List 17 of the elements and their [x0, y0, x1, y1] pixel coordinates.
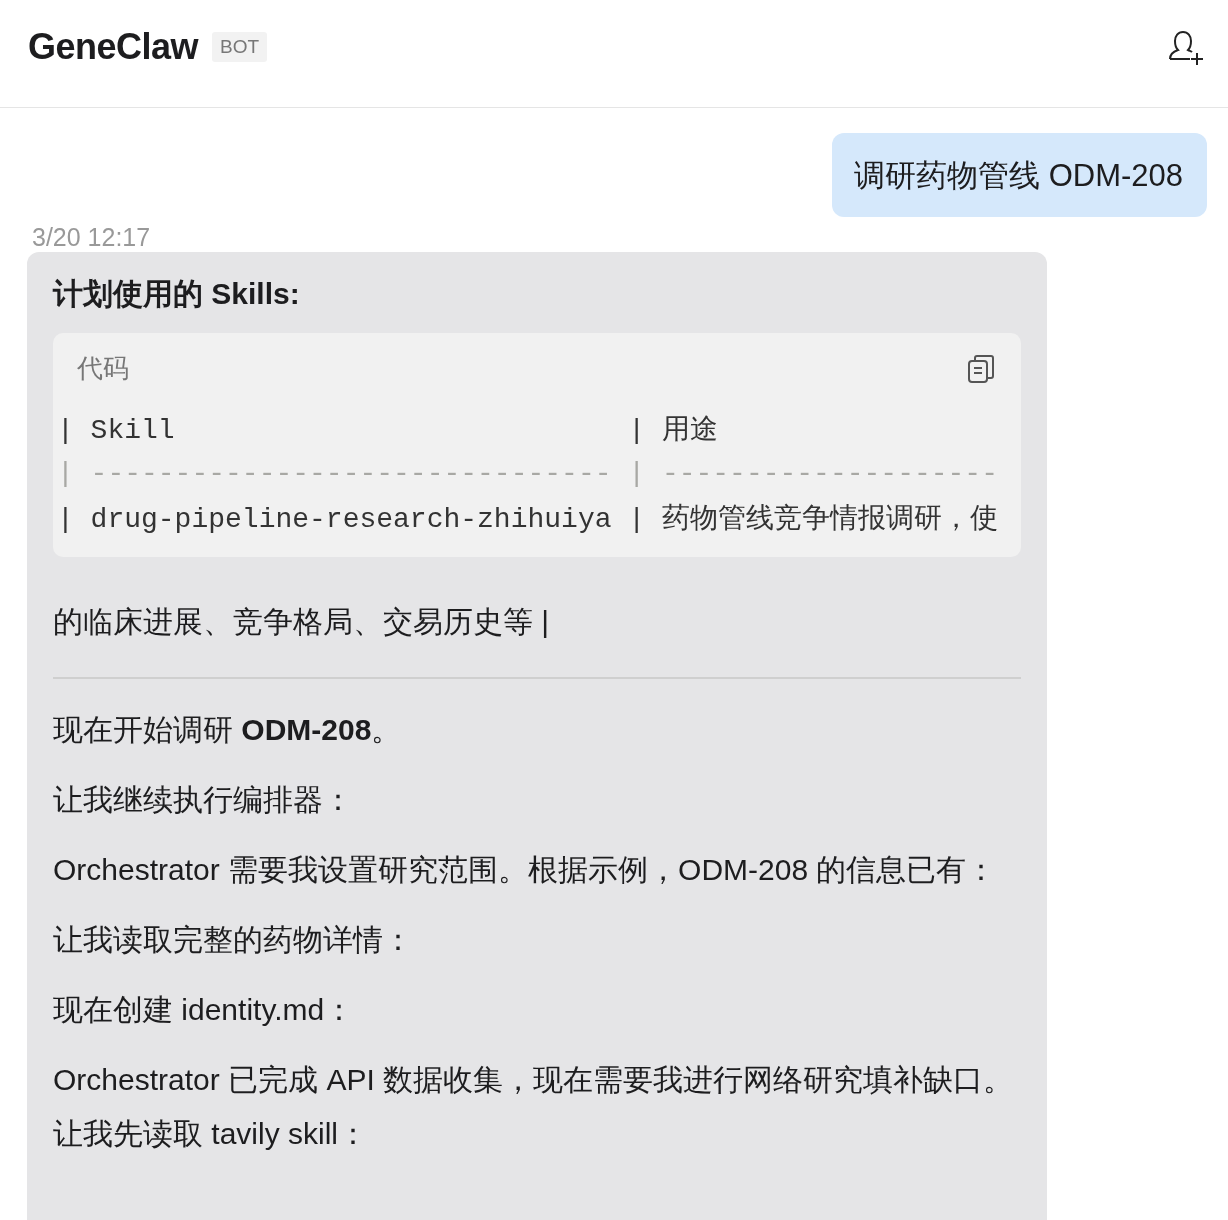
code-line: | Skill | 用途	[56, 414, 719, 448]
message-heading: 计划使用的 Skills:	[53, 276, 301, 312]
code-label: 代码	[77, 352, 129, 385]
message-text: 现在创建 identity.md：	[53, 992, 356, 1028]
timestamp: 3/20 12:17	[32, 223, 152, 252]
message-text: 现在开始调研 ODM-208。	[53, 712, 403, 748]
app-title: GeneClaw	[28, 25, 199, 68]
message-text: Orchestrator 需要我设置研究范围。根据示例，ODM-208 的信息已有：	[53, 852, 998, 888]
message-text: 让我读取完整的药物详情：	[53, 922, 414, 958]
code-line: | drug-pipeline-research-zhihuiya | 药物管线竞争情报调研，使	[56, 502, 999, 537]
bot-badge: BOT	[212, 31, 268, 62]
copy-icon[interactable]	[967, 353, 995, 384]
message-text: 让我继续执行编排器：	[53, 782, 354, 818]
user-message: 调研药物管线 ODM-208	[832, 133, 1207, 217]
message-text: Orchestrator 已完成 API 数据收集，现在需要我进行网络研究填补缺口。让我先读取 tavily skill：	[53, 1062, 1015, 1152]
code-line: | ------------------------------- | --------------------	[56, 457, 999, 491]
message-text: 的临床进展、竞争格局、交易历史等 |	[53, 604, 551, 640]
